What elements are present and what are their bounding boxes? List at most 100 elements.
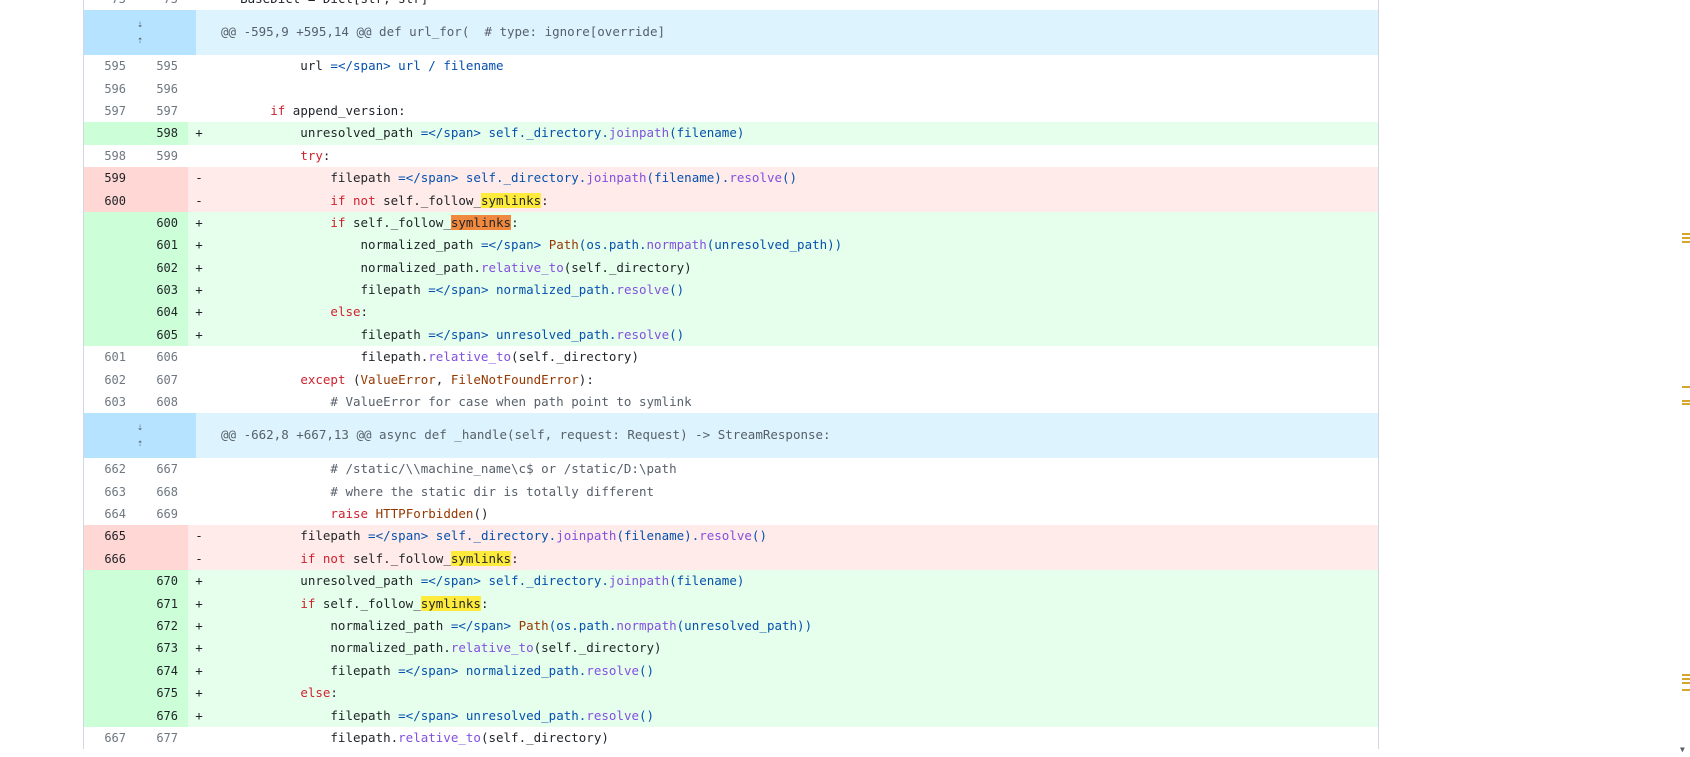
expand-up-icon[interactable]: ⇡ bbox=[137, 438, 143, 450]
new-line-number[interactable] bbox=[136, 167, 188, 190]
new-line-number[interactable]: 600 bbox=[136, 211, 188, 235]
new-line-number[interactable]: 598 bbox=[136, 122, 188, 145]
old-line-number[interactable]: 603 bbox=[84, 391, 136, 414]
diff-line: 600 + if self._follow_symlinks: bbox=[84, 211, 1378, 235]
old-line-number[interactable]: 598 bbox=[84, 144, 136, 168]
search-match-marker[interactable] bbox=[1682, 682, 1690, 684]
new-line-number[interactable]: 670 bbox=[136, 570, 188, 593]
old-line-number[interactable]: 601 bbox=[84, 346, 136, 369]
old-line-number[interactable]: 664 bbox=[84, 503, 136, 526]
old-line-number[interactable]: 600 bbox=[84, 189, 136, 212]
old-line-number[interactable] bbox=[84, 682, 136, 705]
expand-up-icon[interactable]: ⇡ bbox=[137, 35, 143, 47]
old-line-number[interactable] bbox=[84, 592, 136, 615]
new-line-number[interactable]: 668 bbox=[136, 480, 188, 504]
scrollbar-minimap[interactable] bbox=[1678, 0, 1690, 757]
diff-line: 675 + else: bbox=[84, 682, 1378, 705]
old-line-number[interactable] bbox=[84, 279, 136, 302]
hunk-header-2: ⇣ ⇡ @@ -662,8 +667,13 @@ async def _hand… bbox=[84, 413, 1378, 459]
old-line-number[interactable]: 599 bbox=[84, 167, 136, 190]
search-match-marker[interactable] bbox=[1682, 386, 1690, 388]
old-line-number[interactable]: 663 bbox=[84, 480, 136, 504]
old-line-number[interactable]: 596 bbox=[84, 77, 136, 100]
old-line-number[interactable]: 667 bbox=[84, 726, 136, 750]
new-line-number[interactable]: 673 bbox=[136, 637, 188, 660]
diff-sign: + bbox=[195, 595, 203, 611]
code-line: if not self._follow_symlinks: bbox=[330, 192, 549, 208]
old-line-number[interactable]: 662 bbox=[84, 458, 136, 481]
new-line-number[interactable]: 599 bbox=[136, 144, 188, 168]
new-line-number[interactable]: 608 bbox=[136, 391, 188, 414]
old-line-number[interactable] bbox=[84, 256, 136, 280]
scroll-down-arrow-icon[interactable]: ▼ bbox=[1680, 745, 1685, 754]
new-line-number[interactable]: 603 bbox=[136, 279, 188, 302]
old-line-number[interactable]: 597 bbox=[84, 99, 136, 123]
search-match-marker[interactable] bbox=[1682, 400, 1690, 402]
new-line-number[interactable]: 669 bbox=[136, 503, 188, 526]
new-line-number[interactable]: 607 bbox=[136, 368, 188, 392]
diff-line: 605 + filepath =</span> unresolved_path.r… bbox=[84, 323, 1378, 347]
code-line: filepath.relative_to(self._directory) bbox=[210, 349, 639, 365]
diff-line: 663 668 # where the static dir is totally… bbox=[84, 480, 1378, 504]
new-line-number[interactable] bbox=[136, 525, 188, 548]
new-line-number[interactable]: 596 bbox=[136, 77, 188, 100]
old-line-number[interactable] bbox=[84, 122, 136, 145]
diff-sign bbox=[188, 503, 210, 525]
old-line-number[interactable]: 595 bbox=[84, 55, 136, 78]
search-match-marker[interactable] bbox=[1682, 241, 1690, 243]
new-line-number[interactable]: 672 bbox=[136, 614, 188, 638]
diff-line: 595 595 url =</span> url / filename bbox=[84, 55, 1378, 78]
diff-sign: + bbox=[195, 707, 203, 723]
expand-down-icon[interactable]: ⇣ bbox=[137, 422, 143, 434]
new-line-number[interactable]: 606 bbox=[136, 346, 188, 369]
new-line-number[interactable]: 675 bbox=[136, 682, 188, 705]
new-line-number[interactable]: 674 bbox=[136, 659, 188, 683]
old-line-number[interactable] bbox=[84, 637, 136, 660]
diff-sign bbox=[188, 100, 210, 122]
old-line-number[interactable] bbox=[84, 659, 136, 683]
old-line-number[interactable]: 75 bbox=[84, 0, 136, 11]
hunk-expander: ⇣ ⇡ bbox=[84, 413, 196, 459]
old-line-number[interactable]: 666 bbox=[84, 547, 136, 571]
hunk-header-text: @@ -595,9 +595,14 @@ def url_for( # type… bbox=[221, 24, 666, 40]
new-line-number[interactable]: 597 bbox=[136, 99, 188, 123]
search-match-marker[interactable] bbox=[1682, 237, 1690, 239]
diff-line: 602 + normalized_path.relative_to(self._d… bbox=[84, 256, 1378, 280]
new-line-number[interactable]: 677 bbox=[136, 726, 188, 750]
new-line-number[interactable]: 75 bbox=[136, 0, 188, 11]
diff-line: 603 + filepath =</span> normalized_path.r… bbox=[84, 279, 1378, 302]
diff-line: 676 + filepath =</span> unresolved_path.r… bbox=[84, 704, 1378, 727]
old-line-number[interactable]: 665 bbox=[84, 525, 136, 548]
diff-sign bbox=[188, 346, 210, 368]
new-line-number[interactable] bbox=[136, 547, 188, 571]
new-line-number[interactable]: 604 bbox=[136, 301, 188, 324]
search-match-marker[interactable] bbox=[1682, 689, 1690, 691]
diff-sign bbox=[188, 727, 210, 749]
old-line-number[interactable] bbox=[84, 614, 136, 638]
old-line-number[interactable] bbox=[84, 704, 136, 727]
search-match-marker[interactable] bbox=[1682, 403, 1690, 405]
hunk-header-1: ⇣ ⇡ @@ -595,9 +595,14 @@ def url_for( # … bbox=[84, 10, 1378, 56]
hunk-expander: ⇣ ⇡ bbox=[84, 10, 196, 56]
new-line-number[interactable] bbox=[136, 189, 188, 212]
old-line-number[interactable] bbox=[84, 570, 136, 593]
new-line-number[interactable]: 605 bbox=[136, 323, 188, 347]
search-match-marker[interactable] bbox=[1682, 233, 1690, 235]
old-line-number[interactable]: 602 bbox=[84, 368, 136, 392]
new-line-number[interactable]: 602 bbox=[136, 256, 188, 280]
old-line-number[interactable] bbox=[84, 211, 136, 235]
new-line-number[interactable]: 671 bbox=[136, 592, 188, 615]
diff-sign: - bbox=[195, 192, 203, 208]
new-line-number[interactable]: 676 bbox=[136, 704, 188, 727]
new-line-number[interactable]: 667 bbox=[136, 458, 188, 481]
new-line-number[interactable]: 601 bbox=[136, 234, 188, 257]
old-line-number[interactable] bbox=[84, 323, 136, 347]
search-match-marker[interactable] bbox=[1682, 674, 1690, 676]
search-match-marker[interactable] bbox=[1682, 678, 1690, 680]
old-line-number[interactable] bbox=[84, 234, 136, 257]
diff-sign bbox=[188, 391, 210, 413]
old-line-number[interactable] bbox=[84, 301, 136, 324]
hunk-header-text: @@ -662,8 +667,13 @@ async def _handle(s… bbox=[221, 427, 831, 443]
expand-down-icon[interactable]: ⇣ bbox=[137, 19, 143, 31]
new-line-number[interactable]: 595 bbox=[136, 55, 188, 78]
